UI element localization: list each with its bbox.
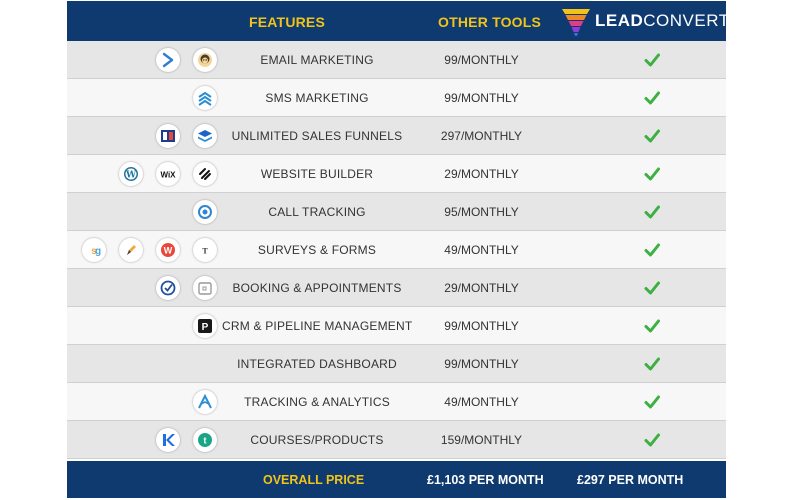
checkmark-icon (642, 278, 662, 298)
other-tools-price: 297/MONTHLY (440, 129, 523, 143)
tool-icons: sg W T (67, 238, 217, 262)
feature-name: COURSES/PRODUCTS (250, 433, 384, 447)
table-row: t COURSES/PRODUCTS 159/MONTHLY (67, 421, 726, 459)
leadconvert-logo: LEADCONVERT (561, 5, 729, 37)
other-tools-price: 29/MONTHLY (444, 167, 519, 181)
pipedrive-icon: P (193, 314, 217, 338)
tool-icons (67, 200, 217, 224)
checkmark-icon (642, 202, 662, 222)
feature-name: BOOKING & APPOINTMENTS (232, 281, 402, 295)
checkmark-icon (642, 392, 662, 412)
svg-text:WiX: WiX (160, 171, 176, 180)
table-row: UNLIMITED SALES FUNNELS 297/MONTHLY (67, 117, 726, 155)
tool-icons (67, 276, 217, 300)
checkmark-icon (642, 430, 662, 450)
checkmark-icon (642, 88, 662, 108)
comparison-table: FEATURES OTHER TOOLS LEADCONVERT EMAIL M… (67, 1, 729, 498)
tool-icons: W WiX (67, 162, 217, 186)
table-row: SMS MARKETING 99/MONTHLY (67, 79, 726, 117)
feature-name: SURVEYS & FORMS (257, 243, 377, 257)
checkmark-icon (642, 50, 662, 70)
feature-rows: EMAIL MARKETING 99/MONTHLY SMS MARKETING 99… (67, 41, 726, 459)
svg-text:W: W (125, 171, 137, 181)
squarespace-icon (193, 162, 217, 186)
feature-name: EMAIL MARKETING (260, 53, 374, 67)
table-row: CALL TRACKING 95/MONTHLY (67, 193, 726, 231)
feature-name: INTEGRATED DASHBOARD (237, 357, 397, 371)
calendar-icon (193, 276, 217, 300)
tool-icons (67, 48, 217, 72)
feature-name: WEBSITE BUILDER (260, 167, 374, 181)
clickfunnels-icon (156, 124, 180, 148)
other-tools-price: 99/MONTHLY (444, 357, 519, 371)
leadconvert-total: £297 PER MONTH (577, 473, 684, 487)
tool-icons (67, 352, 217, 376)
table-header: FEATURES OTHER TOOLS LEADCONVERT (67, 1, 729, 41)
tool-icons (67, 86, 217, 110)
other-tools-price: 49/MONTHLY (444, 395, 519, 409)
svg-text:P: P (202, 322, 209, 333)
typeform-icon: T (193, 238, 217, 262)
features-column-header: FEATURES (249, 14, 326, 30)
feature-name: CRM & PIPELINE MANAGEMENT (222, 319, 413, 333)
checkmark-icon (642, 240, 662, 260)
checkmark-icon (642, 316, 662, 336)
overall-price-label: OVERALL PRICE (263, 473, 365, 487)
table-row: EMAIL MARKETING 99/MONTHLY (67, 41, 726, 79)
other-tools-column-header: OTHER TOOLS (438, 14, 542, 30)
svg-text:T: T (202, 247, 208, 256)
logo-text-bold: LEAD (595, 11, 644, 30)
feature-name: UNLIMITED SALES FUNNELS (231, 129, 403, 143)
arrow-logo-icon (156, 48, 180, 72)
row-divider (67, 458, 726, 459)
other-tools-price: 99/MONTHLY (444, 319, 519, 333)
pen-icon (119, 238, 143, 262)
other-tools-price: 29/MONTHLY (444, 281, 519, 295)
table-footer: OVERALL PRICE £1,103 PER MONTH £297 PER … (67, 461, 726, 498)
surveygizmo-icon: sg (82, 238, 106, 262)
svg-text:t: t (204, 436, 207, 446)
table-row: s g W T SURVEYS & FORMS 49/MONTHLY (67, 231, 726, 269)
wix-icon: WiX (156, 162, 180, 186)
other-tools-price: 99/MONTHLY (444, 91, 519, 105)
svg-text:g: g (95, 246, 101, 257)
other-tools-price: 159/MONTHLY (440, 433, 523, 447)
tool-icons: t (67, 428, 217, 452)
table-row: INTEGRATED DASHBOARD 99/MONTHLY (67, 345, 726, 383)
tool-icons: P (67, 314, 217, 338)
checkmark-icon (642, 126, 662, 146)
checkmark-icon (642, 164, 662, 184)
wufoo-icon: W (156, 238, 180, 262)
wordpress-icon: W (119, 162, 143, 186)
logo-text-light: CONVERT (643, 11, 730, 30)
callrail-icon (193, 200, 217, 224)
checkmark-icon (642, 354, 662, 374)
kajabi-icon (156, 428, 180, 452)
logo-text: LEADCONVERT (595, 11, 730, 31)
analytics-icon (193, 390, 217, 414)
feature-name: CALL TRACKING (268, 205, 366, 219)
table-row: P CRM & PIPELINE MANAGEMENT 99/MONTHLY (67, 307, 726, 345)
feature-name: TRACKING & ANALYTICS (244, 395, 390, 409)
other-tools-price: 95/MONTHLY (444, 205, 519, 219)
tool-icons (67, 390, 217, 414)
mailchimp-icon (193, 48, 217, 72)
svg-text:W: W (164, 246, 173, 256)
teachable-icon: t (193, 428, 217, 452)
layers-icon (193, 124, 217, 148)
feature-name: SMS MARKETING (265, 91, 369, 105)
other-tools-price: 49/MONTHLY (444, 243, 519, 257)
table-row: TRACKING & ANALYTICS 49/MONTHLY (67, 383, 726, 421)
table-row: W WiX WEBSITE BUILDER 29/MONTHLY (67, 155, 726, 193)
funnel-logo-icon (562, 9, 590, 36)
other-tools-total: £1,103 PER MONTH (427, 473, 544, 487)
tool-icons (67, 124, 217, 148)
stacked-chevrons-icon (193, 86, 217, 110)
check-circle-icon (156, 276, 180, 300)
table-row: BOOKING & APPOINTMENTS 29/MONTHLY (67, 269, 726, 307)
other-tools-price: 99/MONTHLY (444, 53, 519, 67)
